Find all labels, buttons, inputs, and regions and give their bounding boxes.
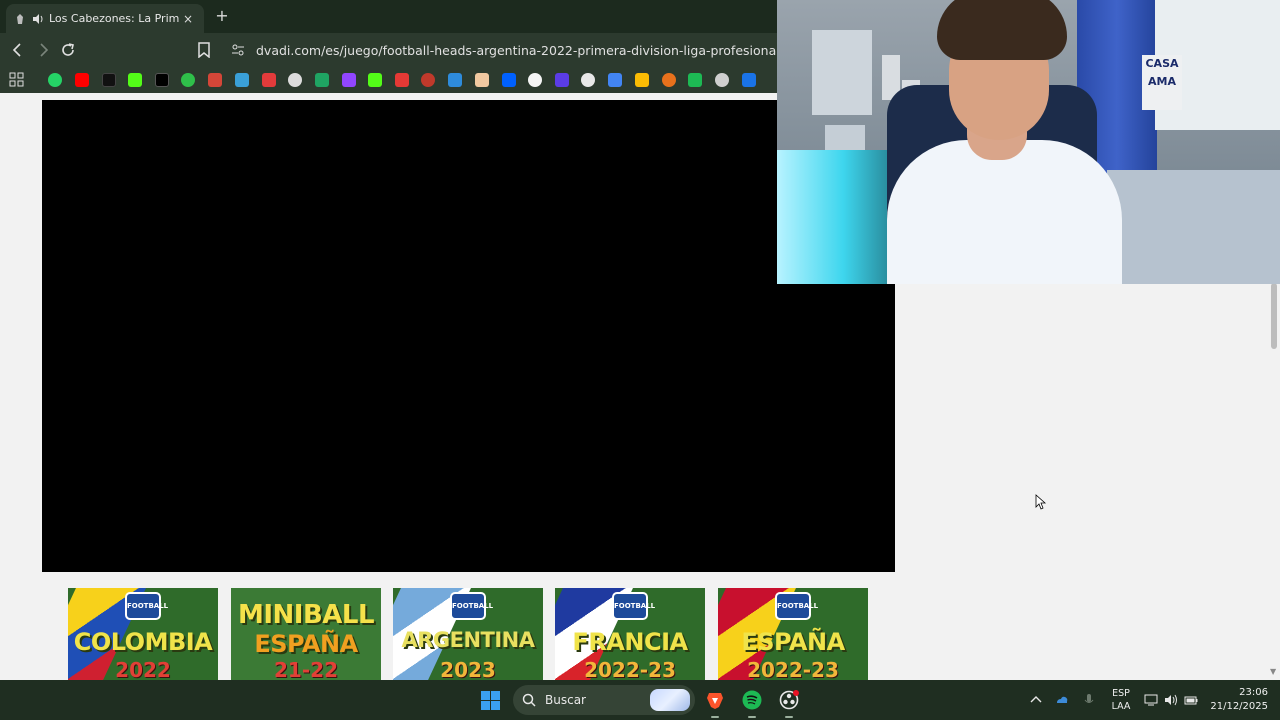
windows-taskbar: Buscar ESP LAA 23:06 21/12/2025: [0, 680, 1280, 720]
language-code: ESP: [1112, 688, 1130, 699]
clock[interactable]: 23:06 21/12/2025: [1208, 686, 1268, 714]
site-favicon-icon: [17, 13, 23, 24]
apps-grid-icon[interactable]: [9, 72, 24, 87]
thumbnail-title: FRANCIA: [572, 628, 688, 656]
bookmark-icon[interactable]: [197, 42, 211, 58]
kick-k-icon[interactable]: [368, 73, 382, 87]
back-icon[interactable]: [9, 41, 27, 59]
paypal-icon[interactable]: [742, 73, 756, 87]
orange-icon[interactable]: [662, 73, 676, 87]
thumbnail-subtitle: 2022-23: [584, 658, 676, 680]
d-icon[interactable]: [688, 73, 702, 87]
webcam-person-shirt: [887, 140, 1122, 284]
sheets-icon[interactable]: [315, 73, 329, 87]
tiktok-icon[interactable]: [102, 73, 116, 87]
spotify-icon[interactable]: [742, 690, 762, 710]
thumbnail-subtitle: 2022-23: [747, 658, 839, 680]
app-running-indicator: [748, 716, 756, 718]
screen: { "browser": { "tab": { "title": "Los Ca…: [0, 0, 1280, 720]
kick-icon[interactable]: [128, 73, 142, 87]
twitch-icon[interactable]: [342, 73, 356, 87]
browser-tab-active[interactable]: Los Cabezones: La Primera Di ×: [6, 4, 204, 33]
thumbnail-subtitle: 2023: [440, 658, 496, 680]
new-tab-button[interactable]: +: [214, 8, 230, 24]
thumbnail-subtitle: ESPAÑA: [254, 630, 358, 658]
game-thumbnail-espana[interactable]: FOOTBALL ESPAÑA 2022-23: [718, 588, 868, 680]
football-heads-logo: FOOTBALL: [612, 592, 655, 620]
thumbnail-subtitle: 2022: [115, 658, 171, 680]
picture-icon[interactable]: [475, 73, 489, 87]
network-icon[interactable]: [1144, 693, 1158, 707]
clock-date: 21/12/2025: [1210, 701, 1268, 712]
football-heads-logo: FOOTBALL: [775, 592, 818, 620]
chart-icon[interactable]: [262, 73, 276, 87]
purple-app-icon[interactable]: [555, 73, 569, 87]
gmail-icon[interactable]: [208, 73, 222, 87]
volume-icon[interactable]: [1164, 693, 1178, 707]
forward-icon[interactable]: [34, 41, 52, 59]
football-heads-logo: FOOTBALL: [450, 592, 493, 620]
microphone-icon[interactable]: [1082, 693, 1096, 707]
x-icon[interactable]: [155, 73, 169, 87]
site-settings-icon[interactable]: [230, 42, 246, 58]
search-highlight-image: [650, 689, 690, 711]
globe-icon[interactable]: [715, 73, 729, 87]
ball-icon[interactable]: [528, 73, 542, 87]
thumbnail-title: ESPAÑA: [741, 628, 845, 656]
download-blue-icon[interactable]: [448, 73, 462, 87]
battery-icon[interactable]: [1184, 693, 1198, 707]
app-running-indicator: [711, 716, 719, 718]
chevron-up-icon[interactable]: [1029, 693, 1043, 707]
webcam-overlay: CASA AMA: [777, 0, 1280, 284]
app-running-indicator: [785, 716, 793, 718]
webcam-sign: CASA AMA: [1142, 55, 1182, 110]
game-canvas[interactable]: [42, 100, 895, 572]
thumbnail-title: MINIBALL: [237, 600, 375, 630]
speaker-icon[interactable]: [32, 13, 44, 25]
address-text: dvadi.com/es/juego/football-heads-argent…: [256, 42, 780, 58]
thumbnail-title: ARGENTINA: [401, 628, 535, 652]
search-label: Buscar: [545, 693, 586, 707]
game-thumbnail-colombia[interactable]: FOOTBALL COLOMBIA 2022: [68, 588, 218, 680]
record-icon[interactable]: [421, 73, 435, 87]
app-icon[interactable]: [235, 73, 249, 87]
taskbar-search[interactable]: Buscar: [513, 685, 695, 715]
webcam-light: [777, 150, 887, 284]
mouse-cursor-icon: [1035, 494, 1047, 510]
game-thumbnail-miniball-espana[interactable]: MINIBALL ESPAÑA 21-22: [231, 588, 381, 680]
scroll-down-icon[interactable]: ▼: [1270, 667, 1276, 676]
openai-icon[interactable]: [581, 73, 595, 87]
drive-pen-icon[interactable]: [635, 73, 649, 87]
clock-time: 23:06: [1239, 687, 1268, 698]
webcam-person-hair: [937, 0, 1067, 60]
docs-icon[interactable]: [608, 73, 622, 87]
download-red-icon[interactable]: [395, 73, 409, 87]
reload-icon[interactable]: [59, 41, 77, 59]
whatsapp-icon[interactable]: [48, 73, 62, 87]
thumbnail-title: COLOMBIA: [73, 628, 213, 656]
windows-start-icon[interactable]: [481, 691, 500, 710]
brave-browser-icon[interactable]: [705, 690, 725, 710]
dropbox-icon[interactable]: [502, 73, 516, 87]
game-thumbnail-argentina[interactable]: FOOTBALL ARGENTINA 2023: [393, 588, 543, 680]
webcam-poster: [812, 30, 872, 115]
tab-title: Los Cabezones: La Primera Di: [49, 12, 180, 25]
language-indicator[interactable]: ESP LAA: [1110, 687, 1132, 713]
scrollbar-thumb[interactable]: [1271, 283, 1277, 349]
search-icon: [522, 693, 536, 707]
refresh-green-icon[interactable]: [181, 73, 195, 87]
game-thumbnail-francia[interactable]: FOOTBALL FRANCIA 2022-23: [555, 588, 705, 680]
keyboard-layout: LAA: [1111, 701, 1131, 712]
youtube-icon[interactable]: [75, 73, 89, 87]
tab-close-icon[interactable]: ×: [180, 12, 196, 26]
onedrive-icon[interactable]: [1055, 693, 1069, 707]
obs-icon[interactable]: [779, 690, 799, 710]
football-heads-logo: FOOTBALL: [125, 592, 168, 620]
webcam-bed: [1107, 170, 1280, 284]
thumbnail-season: 21-22: [274, 658, 338, 680]
gauge-icon[interactable]: [288, 73, 302, 87]
